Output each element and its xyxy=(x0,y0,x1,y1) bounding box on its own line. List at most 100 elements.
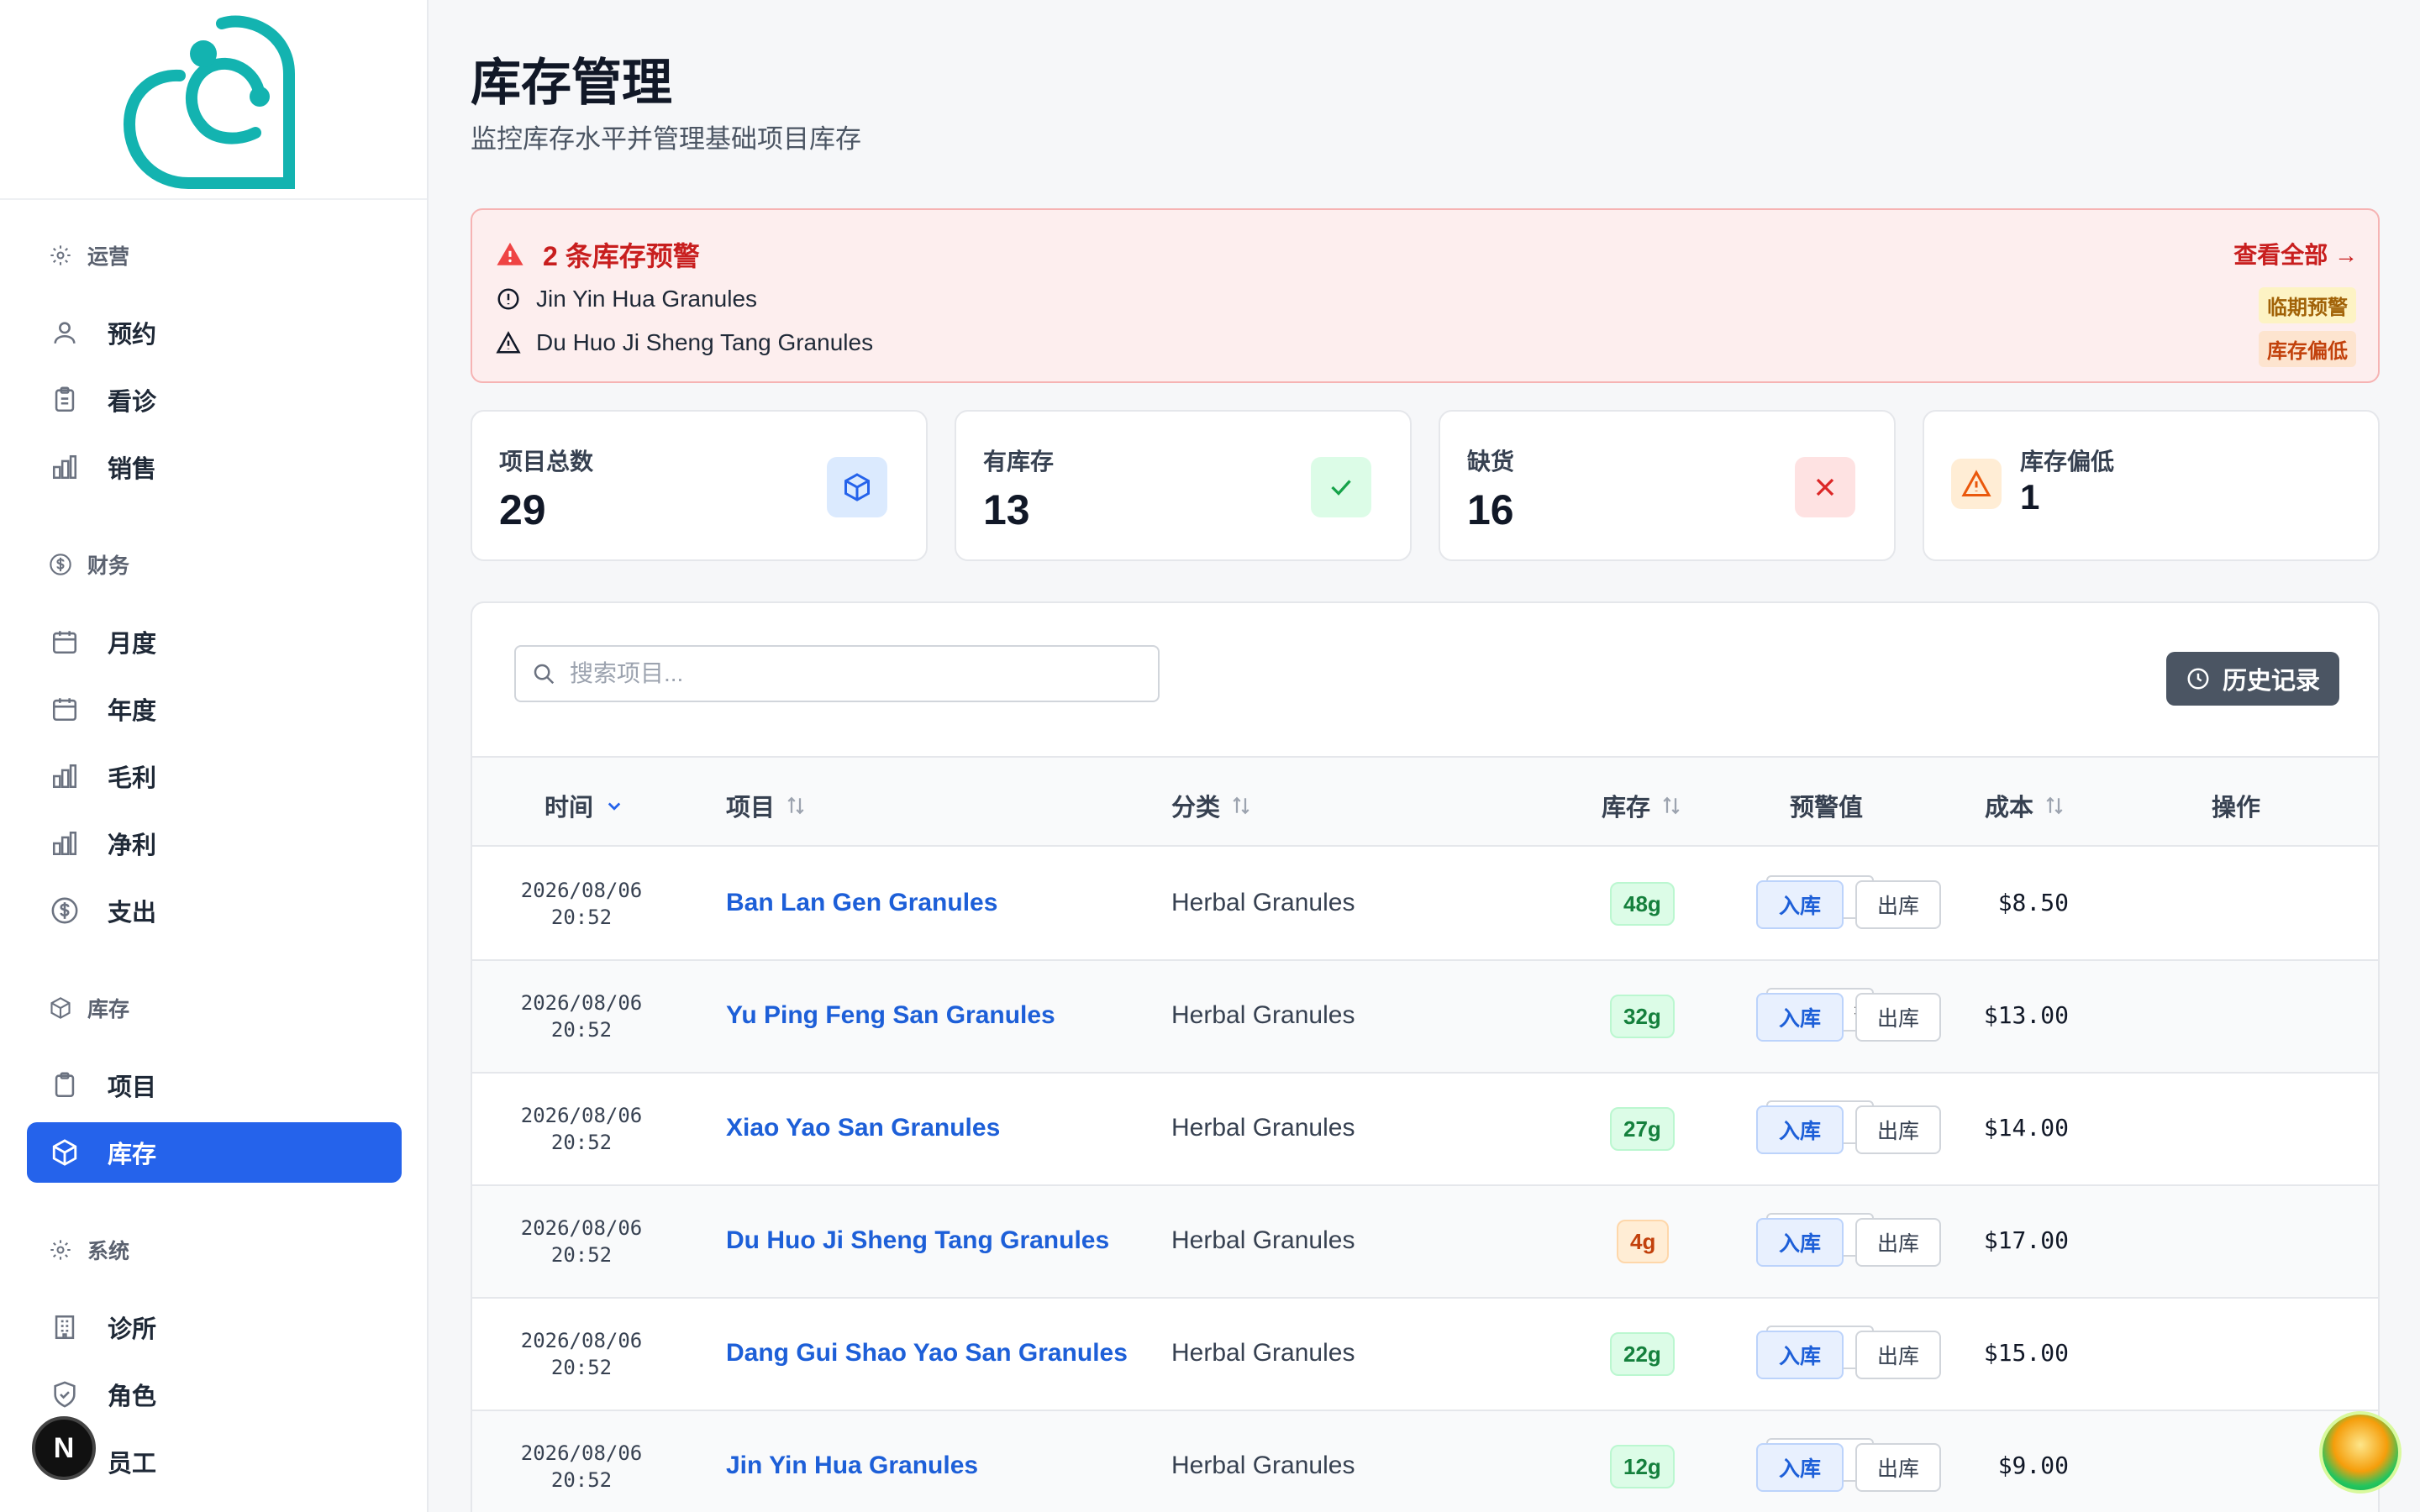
item-cost: $9.00 xyxy=(1997,1452,2069,1479)
item-cost: $15.00 xyxy=(1983,1339,2069,1367)
sidebar-item-label: 销售 xyxy=(108,456,157,483)
stock-out-button[interactable]: 出库 xyxy=(1855,1331,1941,1379)
row-timestamp: 2026/08/06 20:52 xyxy=(514,1327,649,1381)
search-input[interactable] xyxy=(570,660,1141,687)
section-title-label: 运营 xyxy=(87,245,130,269)
stock-out-button[interactable]: 出库 xyxy=(1855,1218,1941,1267)
alert-heading: 2 条库存预警 xyxy=(496,235,700,274)
sidebar-item-consultation[interactable]: 看诊 xyxy=(27,370,402,430)
row-timestamp: 2026/08/06 20:52 xyxy=(514,1102,649,1156)
sidebar-item-yearly[interactable]: 年度 xyxy=(27,679,402,739)
logo[interactable] xyxy=(0,0,427,200)
item-category: Herbal Granules xyxy=(1171,1001,1355,1029)
sidebar-item-sales[interactable]: 销售 xyxy=(27,437,402,497)
alert-heading-text: 2 条库存预警 xyxy=(543,241,700,271)
sidebar-item-label: 员工 xyxy=(108,1451,157,1478)
item-name-link[interactable]: Ban Lan Gen Granules xyxy=(726,889,997,917)
row-date: 2026/08/06 xyxy=(520,991,643,1015)
item-name-link[interactable]: Dang Gui Shao Yao San Granules xyxy=(726,1339,1128,1368)
bar-chart-icon xyxy=(52,764,77,789)
item-category: Herbal Granules xyxy=(1171,1226,1355,1254)
stat-value: 29 xyxy=(499,486,546,533)
table-row: 2026/08/06 20:52 Du Huo Ji Sheng Tang Gran… xyxy=(472,1186,2378,1299)
column-header-item[interactable]: 项目 xyxy=(726,788,808,823)
stat-value: 1 xyxy=(2020,477,2040,517)
item-name-link[interactable]: Xiao Yao San Granules xyxy=(726,1114,1000,1142)
column-header-label: 预警值 xyxy=(1790,795,1864,822)
section-finance: 财务 xyxy=(49,549,129,580)
section-title-label: 财务 xyxy=(87,554,130,578)
sidebar-item-expenses[interactable]: 支出 xyxy=(27,880,402,941)
search-box[interactable] xyxy=(514,645,1160,702)
clock-alert-icon xyxy=(497,288,519,310)
dollar-icon xyxy=(51,897,78,924)
floating-assistant-avatar[interactable] xyxy=(2319,1411,2402,1494)
stock-in-button[interactable]: 入库 xyxy=(1756,1105,1844,1154)
stock-in-button[interactable]: 入库 xyxy=(1756,993,1844,1042)
table-row: 2026/08/06 20:52 Xiao Yao San Granules Herb… xyxy=(472,1074,2378,1186)
column-header-label: 成本 xyxy=(1985,795,2034,822)
sidebar-item-inventory[interactable]: 库存 xyxy=(27,1122,402,1183)
alert-item[interactable]: Jin Yin Hua Granules xyxy=(496,286,757,312)
page-title: 库存管理 xyxy=(471,55,672,111)
warning-icon xyxy=(1961,470,1991,496)
column-header-actions: 操作 xyxy=(2212,788,2260,823)
item-cost: $14.00 xyxy=(1983,1114,2069,1142)
stock-badge: 48g xyxy=(1610,882,1675,926)
item-cost: $8.50 xyxy=(1997,889,2069,916)
stat-icon-box xyxy=(1795,457,1855,517)
sidebar-item-net-profit[interactable]: 净利 xyxy=(27,813,402,874)
column-header-category[interactable]: 分类 xyxy=(1171,788,1254,823)
row-time: 20:52 xyxy=(550,1468,613,1492)
column-header-cost[interactable]: 成本 xyxy=(1985,788,2067,823)
sidebar-item-label: 库存 xyxy=(108,1142,157,1168)
sidebar-item-clinic[interactable]: 诊所 xyxy=(27,1297,402,1357)
row-date: 2026/08/06 xyxy=(520,1104,643,1127)
x-icon xyxy=(1816,478,1834,496)
user-badge[interactable]: N xyxy=(32,1416,96,1480)
item-cost: $17.00 xyxy=(1983,1226,2069,1254)
stat-icon-box xyxy=(1311,457,1371,517)
stock-in-button[interactable]: 入库 xyxy=(1756,1218,1844,1267)
stock-badge: 27g xyxy=(1610,1107,1675,1151)
sidebar-item-label: 毛利 xyxy=(108,765,157,792)
gear-icon xyxy=(50,245,71,265)
sidebar-item-gross-profit[interactable]: 毛利 xyxy=(27,746,402,806)
stock-badge: 32g xyxy=(1610,995,1675,1038)
stock-in-button[interactable]: 入库 xyxy=(1756,880,1844,929)
stock-in-button[interactable]: 入库 xyxy=(1756,1443,1844,1492)
sidebar-item-appointments[interactable]: 预约 xyxy=(27,302,402,363)
stock-out-button[interactable]: 出库 xyxy=(1855,993,1941,1042)
column-header-time[interactable]: 时间 xyxy=(544,788,627,823)
stock-out-button[interactable]: 出库 xyxy=(1855,880,1941,929)
check-icon xyxy=(1331,480,1351,496)
stock-out-button[interactable]: 出库 xyxy=(1855,1443,1941,1492)
sidebar-item-roles[interactable]: 角色 xyxy=(27,1364,402,1425)
view-all-link[interactable]: 查看全部 → xyxy=(2233,237,2358,270)
stock-out-button[interactable]: 出库 xyxy=(1855,1105,1941,1154)
item-name-link[interactable]: Jin Yin Hua Granules xyxy=(726,1452,978,1480)
stock-badge: 22g xyxy=(1610,1332,1675,1376)
item-name-link[interactable]: Du Huo Ji Sheng Tang Granules xyxy=(726,1226,1109,1255)
row-timestamp: 2026/08/06 20:52 xyxy=(514,1440,649,1494)
row-timestamp: 2026/08/06 20:52 xyxy=(514,1215,649,1268)
row-time: 20:52 xyxy=(550,1018,613,1042)
history-button[interactable]: 历史记录 xyxy=(2166,652,2339,706)
calendar-icon xyxy=(52,698,77,722)
shield-icon xyxy=(54,1381,76,1408)
stat-value: 13 xyxy=(983,486,1030,533)
sidebar-item-items[interactable]: 项目 xyxy=(27,1055,402,1116)
page-subtitle: 监控库存水平并管理基础项目库存 xyxy=(471,124,861,154)
table-row: 2026/08/06 20:52 Ban Lan Gen Granules Herba… xyxy=(472,848,2378,961)
sidebar-item-monthly[interactable]: 月度 xyxy=(27,612,402,672)
alert-item-name: Jin Yin Hua Granules xyxy=(536,286,758,312)
item-name-link[interactable]: Yu Ping Feng San Granules xyxy=(726,1001,1055,1030)
alert-item[interactable]: Du Huo Ji Sheng Tang Granules xyxy=(496,329,873,356)
item-category: Herbal Granules xyxy=(1171,1114,1355,1142)
bar-chart-icon xyxy=(52,454,77,480)
box-icon xyxy=(844,473,870,501)
stock-in-button[interactable]: 入库 xyxy=(1756,1331,1844,1379)
column-header-label: 操作 xyxy=(2212,795,2261,822)
column-header-stock[interactable]: 库存 xyxy=(1602,788,1684,823)
sidebar: 运营 预约 看诊 销售 财务 月度 年度 毛利 净利 支出 库存 项目 库存 系… xyxy=(0,0,429,1512)
